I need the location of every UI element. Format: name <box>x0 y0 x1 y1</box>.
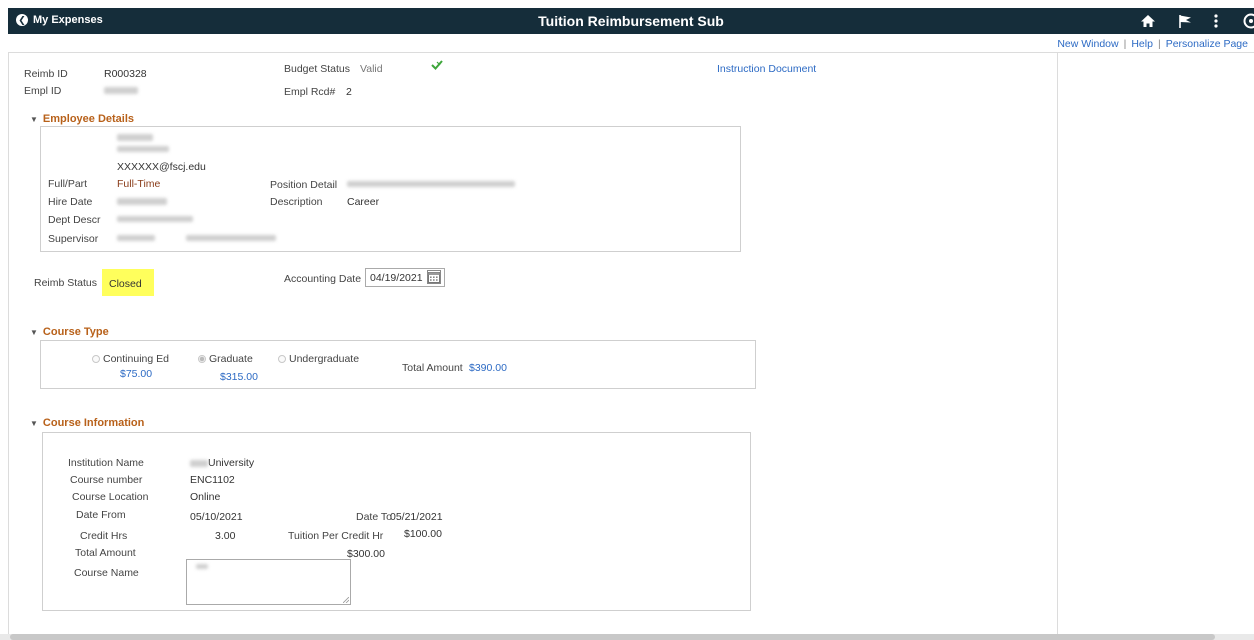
full-part-value: Full-Time <box>117 178 161 190</box>
tuition-per-credit-label: Tuition Per Credit Hr <box>288 530 384 542</box>
continuing-ed-radio[interactable]: Continuing Ed <box>92 353 169 365</box>
employee-details-title: Employee Details <box>42 113 135 125</box>
full-part-label: Full/Part <box>48 178 88 190</box>
collapse-triangle-icon: ▼ <box>30 327 38 337</box>
reimb-status-label: Reimb Status <box>34 277 98 289</box>
credit-hrs-value: 3.00 <box>215 530 236 542</box>
reimb-id-value: R000328 <box>104 68 147 80</box>
institution-name-redacted <box>190 459 208 467</box>
employee-email: XXXXXX@fscj.edu <box>117 161 206 173</box>
radio-circle-icon <box>278 355 286 364</box>
empl-id-label: Empl ID <box>24 85 62 97</box>
header-actions <box>1140 11 1254 31</box>
dept-descr-label: Dept Descr <box>48 214 101 226</box>
collapse-triangle-icon: ▼ <box>30 418 38 428</box>
course-location-value: Online <box>190 491 221 503</box>
page-title: Tuition Reimbursement Sub <box>538 13 724 29</box>
course-type-total-value[interactable]: $390.00 <box>469 362 507 374</box>
course-information-title: Course Information <box>42 417 145 429</box>
horizontal-scrollbar[interactable] <box>0 634 1254 640</box>
employee-phone-redacted <box>117 146 169 152</box>
empl-rcd-value: 2 <box>346 86 352 98</box>
date-to-value: 05/21/2021 <box>390 511 443 523</box>
institution-name-label: Institution Name <box>68 457 144 469</box>
course-total-amount-value: $300.00 <box>347 548 385 560</box>
course-type-total-label: Total Amount <box>402 362 463 374</box>
scrollbar-thumb[interactable] <box>10 634 1215 640</box>
employee-details-toggle[interactable]: ▼ Employee Details <box>30 113 134 125</box>
description-value: Career <box>347 196 380 208</box>
employee-name-redacted <box>117 134 153 141</box>
graduate-amount-link[interactable]: $315.00 <box>220 371 258 383</box>
course-type-toggle[interactable]: ▼ Course Type <box>30 326 109 338</box>
new-window-link[interactable]: New Window <box>1057 38 1118 50</box>
date-from-label: Date From <box>76 509 126 521</box>
position-detail-redacted <box>347 181 515 187</box>
course-number-label: Course number <box>70 474 143 486</box>
graduate-radio[interactable]: Graduate <box>198 353 253 365</box>
description-label: Description <box>270 196 323 208</box>
empl-id-redacted <box>104 87 138 94</box>
side-frame <box>1058 52 1254 634</box>
dept-descr-redacted <box>117 216 193 222</box>
home-icon[interactable] <box>1140 14 1156 28</box>
institution-name-value: University <box>190 457 254 469</box>
help-link[interactable]: Help <box>1131 38 1153 50</box>
course-number-value: ENC1102 <box>190 474 235 486</box>
header-bar: ❮ My Expenses Tuition Reimbursement Sub <box>8 8 1254 34</box>
course-name-textarea[interactable] <box>186 559 351 605</box>
supervisor-id-redacted <box>117 235 155 241</box>
course-location-label: Course Location <box>72 491 149 503</box>
compass-icon[interactable] <box>1240 13 1254 29</box>
course-total-amount-label: Total Amount <box>75 547 136 559</box>
undergraduate-radio[interactable]: Undergraduate <box>278 353 359 365</box>
continuing-ed-amount-link[interactable]: $75.00 <box>120 368 152 380</box>
empl-rcd-label: Empl Rcd# <box>284 86 336 98</box>
position-detail-label: Position Detail <box>270 179 338 191</box>
supervisor-label: Supervisor <box>48 233 99 245</box>
date-to-label: Date To <box>356 511 392 523</box>
hire-date-label: Hire Date <box>48 196 93 208</box>
reimb-status-badge: Closed <box>102 269 154 296</box>
flag-icon[interactable] <box>1178 14 1192 29</box>
instruction-document-link[interactable]: Instruction Document <box>717 63 816 75</box>
credit-hrs-label: Credit Hrs <box>80 530 128 542</box>
supervisor-name-redacted <box>186 235 276 241</box>
resize-handle-icon[interactable] <box>343 597 349 603</box>
tuition-per-credit-value: $100.00 <box>404 528 442 540</box>
course-information-toggle[interactable]: ▼ Course Information <box>30 417 144 429</box>
personalize-page-link[interactable]: Personalize Page <box>1166 38 1248 50</box>
kebab-menu-icon[interactable] <box>1214 14 1218 28</box>
calendar-icon[interactable] <box>427 270 441 284</box>
radio-selected-icon <box>198 355 206 364</box>
course-type-title: Course Type <box>42 326 109 338</box>
budget-check-icon[interactable] <box>431 59 443 74</box>
budget-status-label: Budget Status <box>284 63 350 75</box>
course-name-label: Course Name <box>74 567 139 579</box>
budget-status-value: Valid <box>360 63 383 75</box>
hire-date-redacted <box>117 198 167 205</box>
radio-circle-icon <box>92 355 100 364</box>
collapse-triangle-icon: ▼ <box>30 114 38 124</box>
page-links: New Window | Help | Personalize Page <box>1057 38 1248 50</box>
accounting-date-label: Accounting Date <box>284 273 362 285</box>
date-from-value: 05/10/2021 <box>190 511 243 523</box>
reimb-id-label: Reimb ID <box>24 68 68 80</box>
course-name-redacted <box>196 564 208 569</box>
